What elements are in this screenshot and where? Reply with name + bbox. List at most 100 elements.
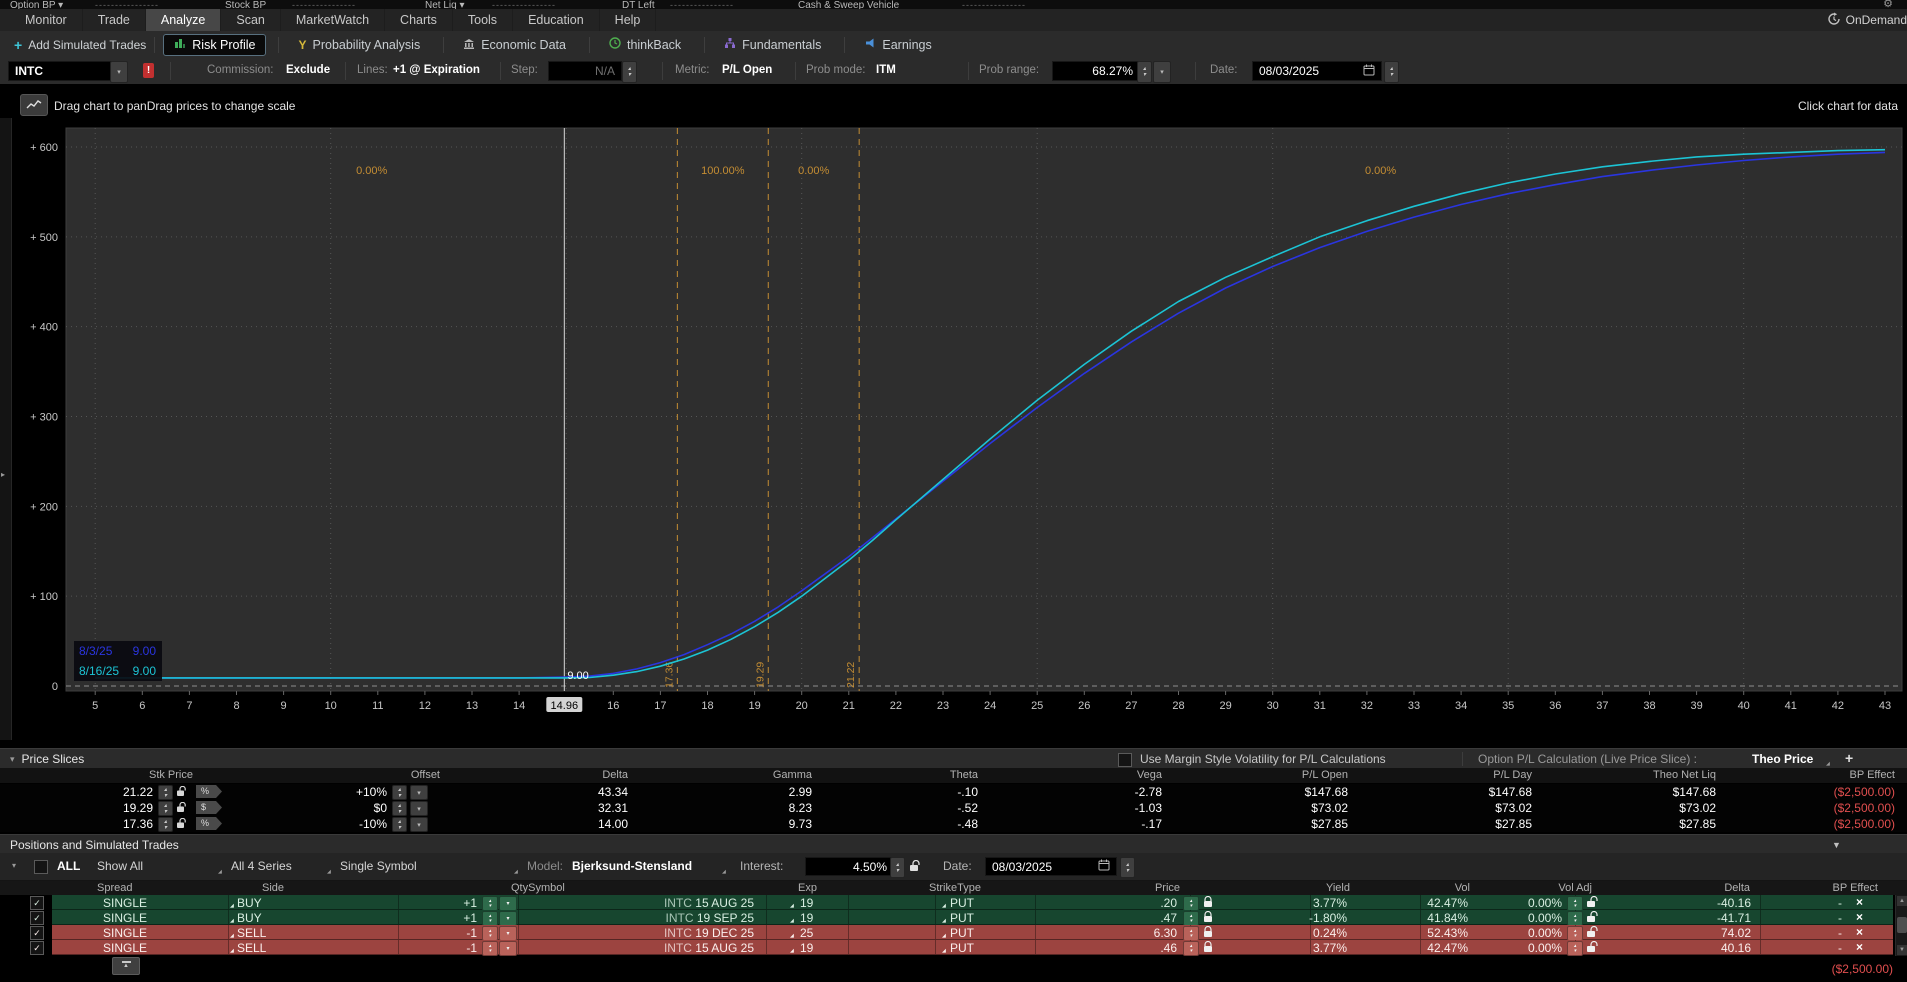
slice-offset-stepper[interactable]: ▴▾ [392,817,407,832]
account-field-label[interactable]: Cash & Sweep Vehicle [798,0,899,9]
qty-dropdown[interactable]: ▾ [499,926,517,941]
qty-stepper[interactable]: ▴▾ [482,896,498,911]
menu-item-education[interactable]: Education [513,9,600,31]
lock-icon[interactable] [1203,911,1213,926]
menu-item-monitor[interactable]: Monitor [10,9,83,31]
remove-trade-icon[interactable]: × [1856,925,1863,939]
series-filter-dropdown[interactable]: All 4 Series [231,859,292,873]
tab-risk-profile[interactable]: Risk Profile [163,34,266,56]
unlock-icon[interactable] [176,818,188,832]
account-field-label[interactable]: Option BP ▾ [10,0,63,9]
interest-stepper[interactable]: ▴▾ [890,857,905,878]
qty-stepper[interactable]: ▴▾ [482,926,498,941]
remove-trade-icon[interactable]: × [1856,940,1863,954]
qty-dropdown[interactable]: ▾ [499,911,517,926]
price-stepper[interactable]: ▴▾ [1183,941,1199,956]
qty-stepper[interactable]: ▴▾ [482,941,498,956]
prob-range-stepper[interactable]: ▴▾ [1137,61,1152,83]
option-pl-calc-value[interactable]: Theo Price [1752,752,1813,766]
row-checkbox[interactable]: ✓ [30,896,44,910]
slice-offset-stepper[interactable]: ▴▾ [392,801,407,816]
menu-item-trade[interactable]: Trade [83,9,146,31]
unlock-icon[interactable] [1586,926,1599,941]
menu-item-analyze[interactable]: Analyze [146,9,221,31]
offset-unit-tag[interactable]: $ [196,801,227,814]
menu-item-marketwatch[interactable]: MarketWatch [281,9,385,31]
step-stepper[interactable]: ▴▾ [622,61,637,83]
plot-area[interactable] [66,128,1902,691]
step-input[interactable]: N/A [548,61,622,81]
add-simulated-trades-button[interactable]: Add Simulated Trades [28,38,146,52]
lines-value[interactable]: +1 @ Expiration [393,64,480,76]
offset-unit-tag[interactable]: % [196,817,227,830]
account-field-label[interactable]: Stock BP [225,0,266,9]
symbol-dropdown-button[interactable]: ▾ [110,61,128,83]
slice-offset-dropdown[interactable]: ▾ [410,817,428,832]
tab-economic-data[interactable]: Economic Data [452,34,577,56]
show-filter-dropdown[interactable]: Show All [97,859,143,873]
add-price-slice-button[interactable]: + [1845,750,1853,766]
remove-trade-icon[interactable]: × [1856,895,1863,909]
account-field-label[interactable]: DT Left [622,0,655,9]
slice-offset-dropdown[interactable]: ▾ [410,801,428,816]
menu-item-scan[interactable]: Scan [221,9,281,31]
lock-icon[interactable] [1203,941,1213,956]
margin-volatility-checkbox[interactable] [1118,753,1132,767]
calendar-icon[interactable] [1363,64,1375,79]
slice-offset-dropdown[interactable]: ▾ [410,785,428,800]
account-field-label[interactable]: Net Liq ▾ [425,0,464,9]
tab-earnings[interactable]: Earnings [853,34,942,56]
row-checkbox[interactable]: ✓ [30,941,44,955]
menu-item-help[interactable]: Help [600,9,657,31]
slice-offset-stepper[interactable]: ▴▾ [392,785,407,800]
unlock-icon[interactable] [176,802,188,816]
qty-dropdown[interactable]: ▾ [499,941,517,956]
positions-caret-icon[interactable]: ▾ [12,861,16,870]
prob-mode-value[interactable]: ITM [876,64,896,76]
tab-probability-analysis[interactable]: YProbability Analysis [287,34,431,56]
offset-unit-tag[interactable]: % [196,785,227,798]
unlock-icon[interactable] [1586,911,1599,926]
slice-price-stepper[interactable]: ▴▾ [158,785,173,800]
date-input[interactable]: 08/03/2025 [1252,61,1382,81]
lock-icon[interactable] [1203,926,1213,941]
price-stepper[interactable]: ▴▾ [1183,926,1199,941]
remove-trade-icon[interactable]: × [1856,910,1863,924]
unlock-icon[interactable] [1586,896,1599,911]
positions-date-input[interactable]: 08/03/2025 [985,857,1117,876]
interest-lock-icon[interactable] [909,860,921,875]
tab-fundamentals[interactable]: Fundamentals [713,34,832,56]
chart-gadget-icon[interactable] [20,94,48,116]
row-checkbox[interactable]: ✓ [30,911,44,925]
prob-range-input[interactable]: 68.27% [1052,61,1140,81]
unlock-icon[interactable] [176,786,188,800]
symbol-input[interactable]: INTC [8,61,122,81]
collapse-caret-icon[interactable]: ▾ [10,754,15,765]
vol-adj-stepper[interactable]: ▴▾ [1567,911,1583,926]
risk-profile-chart[interactable]: 0+ 100+ 200+ 300+ 400+ 500+ 60017.3619.2… [0,122,1907,748]
commission-value[interactable]: Exclude [286,64,330,76]
positions-collapse-icon[interactable]: ▼ [1832,840,1841,850]
calendar-icon[interactable] [1098,859,1110,874]
symbol-filter-dropdown[interactable]: Single Symbol [340,859,417,873]
lock-icon[interactable] [1203,896,1213,911]
qty-stepper[interactable]: ▴▾ [482,911,498,926]
vol-adj-stepper[interactable]: ▴▾ [1567,941,1583,956]
qty-dropdown[interactable]: ▾ [499,896,517,911]
price-stepper[interactable]: ▴▾ [1183,911,1199,926]
date-stepper[interactable]: ▴▾ [1384,61,1399,83]
ondemand-button[interactable]: OnDemand [1827,9,1907,31]
price-stepper[interactable]: ▴▾ [1183,896,1199,911]
unlock-icon[interactable] [1586,941,1599,956]
positions-date-stepper[interactable]: ▴▾ [1120,857,1135,878]
alert-icon[interactable]: ! [143,63,154,78]
menu-item-tools[interactable]: Tools [453,9,513,31]
collapse-rows-button[interactable]: ▲ [112,957,140,975]
metric-value[interactable]: P/L Open [722,64,772,76]
prob-range-dropdown[interactable]: ▾ [1153,61,1171,83]
slice-price-stepper[interactable]: ▴▾ [158,801,173,816]
tab-thinkback[interactable]: thinkBack [598,34,692,56]
row-checkbox[interactable]: ✓ [30,926,44,940]
slice-price-stepper[interactable]: ▴▾ [158,817,173,832]
interest-input[interactable]: 4.50% [805,857,894,876]
